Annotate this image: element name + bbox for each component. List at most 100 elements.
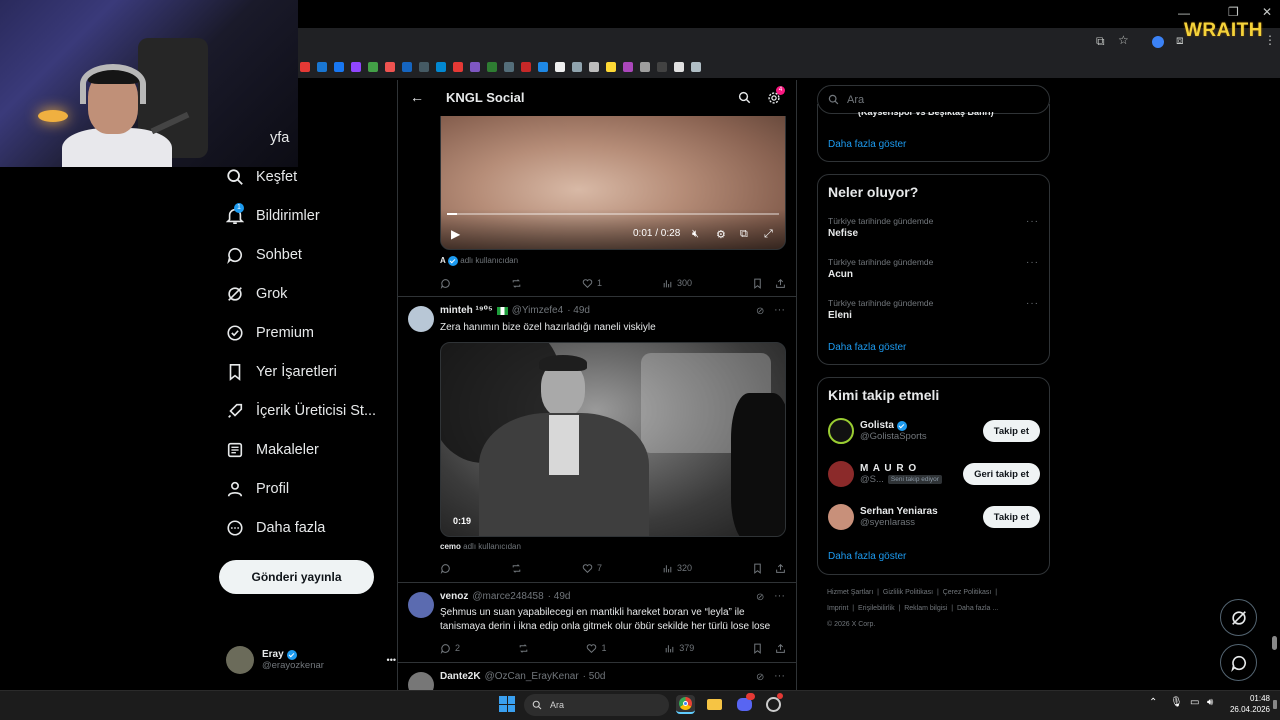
kebab-menu-icon[interactable]: ⋮ (1264, 33, 1276, 47)
sidebar-item-profile[interactable]: Profil (226, 480, 289, 498)
sidebar-item-bookmarks[interactable]: Yer İşaretleri (226, 363, 337, 381)
repost-button[interactable] (518, 641, 529, 655)
views-button[interactable]: 379 (664, 641, 694, 655)
footer-link[interactable]: Imprint (827, 605, 848, 612)
follow-suggestion[interactable]: Golista @GolistaSports Takip et (828, 416, 1040, 446)
post-time[interactable]: · 50d (583, 671, 606, 682)
author-handle[interactable]: @Yimzefe4 (512, 305, 563, 316)
display-icon[interactable]: ▭ (1190, 697, 1199, 708)
show-desktop-button[interactable] (1273, 700, 1277, 709)
bookmark-icon[interactable] (385, 62, 395, 72)
bookmark-icon[interactable] (351, 62, 361, 72)
bookmark-icon[interactable] (657, 62, 667, 72)
mute-icon[interactable]: 🔇︎ (692, 228, 699, 241)
app-icon[interactable] (764, 693, 783, 714)
bookmark-icon[interactable] (334, 62, 344, 72)
post[interactable]: Dante2K @OzCan_ErayKenar · 50d ⊘ ··· (398, 663, 796, 690)
address-bar[interactable]: ⧉ ☆ ⧈ ⋮ (298, 28, 1280, 56)
views-button[interactable]: 300 (662, 276, 692, 290)
system-clock[interactable]: 01:48 26.04.2026 (1224, 693, 1270, 715)
file-explorer-icon[interactable] (705, 695, 724, 714)
follow-back-button[interactable]: Geri takip et (963, 463, 1040, 485)
post[interactable]: venoz @marce248458 · 49d ⊘ ··· Şehmus un… (398, 583, 796, 663)
scrollbar-thumb[interactable] (1272, 636, 1277, 650)
minimize-icon[interactable]: — (1178, 6, 1190, 20)
chevron-up-icon[interactable]: ⌃ (1149, 697, 1157, 708)
footer-link[interactable]: Hizmet Şartları (827, 589, 873, 596)
bookmark-icon[interactable] (368, 62, 378, 72)
post-video[interactable]: ▶ 0:01 / 0:28 🔇︎ ⚙ ⧉ ⤢ (440, 100, 786, 250)
account-menu-icon[interactable]: ••• (387, 655, 396, 665)
settings-icon[interactable]: ⚙ (716, 228, 726, 241)
bookmark-icon[interactable] (521, 62, 531, 72)
follow-button[interactable]: Takip et (982, 420, 1040, 442)
bookmark-icon[interactable] (752, 278, 763, 289)
taskbar-search[interactable]: Ara (524, 694, 669, 716)
reply-button[interactable] (440, 276, 451, 290)
bookmark-icon[interactable] (470, 62, 480, 72)
views-button[interactable]: 320 (662, 561, 692, 575)
bookmark-icon[interactable] (317, 62, 327, 72)
puzzle-icon[interactable]: ⧈ (1176, 33, 1184, 48)
post-button[interactable]: Gönderi yayınla (219, 560, 374, 594)
author-name[interactable]: Dante2K (440, 671, 481, 682)
more-icon[interactable]: ··· (1026, 298, 1039, 309)
grok-fab[interactable] (1220, 599, 1257, 636)
follow-button[interactable]: Takip et (982, 506, 1040, 528)
like-button[interactable]: 1 (586, 641, 607, 655)
follow-suggestion[interactable]: Serhan Yeniaras @syenlarass Takip et (828, 502, 1040, 532)
footer-link[interactable]: Reklam bilgisi (904, 605, 947, 612)
trend-item-partial[interactable]: (Kayserispor vs Beşiktaş Bahri) (858, 112, 994, 117)
bookmark-icon[interactable] (752, 563, 763, 574)
bookmark-icon[interactable] (752, 643, 763, 654)
author-handle[interactable]: @OzCan_ErayKenar (485, 671, 579, 682)
sidebar-item-home[interactable]: yfa (270, 130, 289, 146)
sidebar-item-creator-studio[interactable]: İçerik Üreticisi St... (226, 402, 376, 420)
bookmark-icon[interactable] (555, 62, 565, 72)
more-icon[interactable]: ··· (1026, 216, 1039, 227)
volume-icon[interactable]: 🔊︎ (1207, 697, 1213, 708)
back-arrow-icon[interactable]: ← (410, 89, 424, 105)
install-icon[interactable]: ⧉ (1096, 34, 1105, 49)
author-name[interactable]: minteh ¹⁹⁰⁵ (440, 305, 493, 316)
sidebar-item-explore[interactable]: Keşfet (226, 168, 297, 186)
post-menu-icon[interactable]: ··· (774, 670, 785, 682)
video-progress-bar[interactable] (447, 213, 779, 215)
bookmark-icon[interactable] (538, 62, 548, 72)
reply-button[interactable]: 2 (440, 641, 460, 655)
grok-icon[interactable]: ⊘ (756, 306, 764, 317)
bookmark-icon[interactable] (487, 62, 497, 72)
bookmark-icon[interactable] (504, 62, 514, 72)
show-more-link[interactable]: Daha fazla göster (828, 139, 906, 150)
close-icon[interactable]: ✕ (1262, 5, 1272, 19)
author-handle[interactable]: @marce248458 (472, 591, 543, 602)
microphone-icon[interactable]: 🎙︎ (1170, 697, 1183, 708)
post-video[interactable]: 0:19 (440, 342, 786, 537)
discord-icon[interactable] (735, 693, 755, 714)
sidebar-item-more[interactable]: Daha fazla (226, 519, 325, 537)
sidebar-item-articles[interactable]: Makaleler (226, 441, 319, 459)
bookmark-icon[interactable] (640, 62, 650, 72)
bookmark-icon[interactable] (572, 62, 582, 72)
search-icon[interactable] (738, 91, 751, 104)
share-icon[interactable] (775, 563, 786, 574)
windows-start-icon[interactable] (499, 696, 515, 712)
bookmark-icon[interactable] (674, 62, 684, 72)
share-icon[interactable] (775, 278, 786, 289)
more-icon[interactable]: ··· (1026, 257, 1039, 268)
bookmark-icon[interactable] (300, 62, 310, 72)
sidebar-item-chat[interactable]: Sohbet (226, 246, 302, 264)
maximize-icon[interactable]: ❐ (1228, 5, 1239, 19)
author-name[interactable]: venoz (440, 591, 468, 602)
repost-button[interactable] (511, 276, 522, 290)
bookmark-icon[interactable] (691, 62, 701, 72)
footer-link[interactable]: Gizlilik Politikası (883, 589, 933, 596)
footer-link[interactable]: Erişilebilirlik (858, 605, 895, 612)
show-more-link[interactable]: Daha fazla göster (828, 342, 906, 353)
post-menu-icon[interactable]: ··· (774, 304, 785, 316)
footer-link[interactable]: Daha fazla ... (957, 605, 998, 612)
fullscreen-icon[interactable]: ⤢ (764, 228, 773, 241)
grok-icon[interactable]: ⊘ (756, 672, 764, 683)
grok-icon[interactable]: ⊘ (756, 592, 764, 603)
messages-fab[interactable] (1220, 644, 1257, 681)
